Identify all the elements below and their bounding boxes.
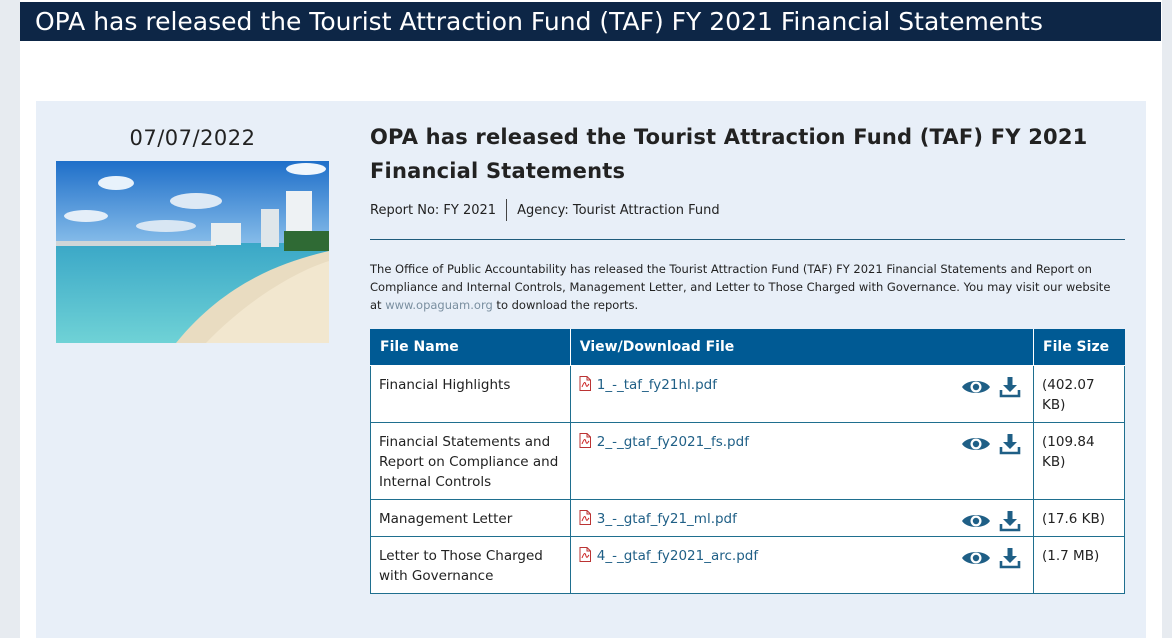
file-actions bbox=[961, 510, 1021, 538]
post-date: 07/07/2022 bbox=[129, 126, 256, 150]
pdf-icon bbox=[579, 375, 591, 391]
post-description: The Office of Public Accountability has … bbox=[370, 260, 1125, 314]
header-file-size: File Size bbox=[1033, 329, 1125, 366]
file-name: Financial Statements and Report on Compl… bbox=[379, 433, 559, 490]
files-table-header-row: File Name View/Download File File Size bbox=[370, 329, 1125, 366]
meta-divider bbox=[506, 199, 508, 221]
file-link-cell: 3_-_gtaf_fy21_ml.pdf bbox=[569, 498, 1035, 538]
table-row: Financial Statements and Report on Compl… bbox=[370, 421, 1125, 500]
file-size-cell: (402.07 KB) bbox=[1033, 364, 1125, 423]
report-number: Report No: FY 2021 bbox=[370, 202, 497, 218]
description-text-after: to download the reports. bbox=[492, 298, 639, 312]
file-download-link[interactable]: 3_-_gtaf_fy21_ml.pdf bbox=[597, 511, 737, 527]
file-link-cell: 1_-_taf_fy21hl.pdf bbox=[569, 364, 1035, 423]
file-size-cell: (1.7 MB) bbox=[1033, 535, 1125, 594]
file-download-link[interactable]: 2_-_gtaf_fy2021_fs.pdf bbox=[597, 434, 749, 450]
eye-icon[interactable] bbox=[961, 377, 991, 403]
eye-icon[interactable] bbox=[961, 548, 991, 574]
pdf-icon bbox=[579, 546, 591, 562]
header-view-download: View/Download File bbox=[569, 329, 1035, 366]
post-title: OPA has released the Tourist Attraction … bbox=[370, 125, 1088, 183]
file-download-link[interactable]: 1_-_taf_fy21hl.pdf bbox=[597, 377, 717, 393]
files-table: File Name View/Download File File Size F… bbox=[370, 329, 1125, 594]
file-size: (109.84 KB) bbox=[1042, 433, 1095, 470]
title-divider bbox=[370, 239, 1125, 240]
file-size: (402.07 KB) bbox=[1042, 376, 1095, 413]
download-icon[interactable] bbox=[999, 376, 1021, 404]
pdf-icon bbox=[579, 432, 591, 448]
file-name-cell: Management Letter bbox=[370, 498, 571, 537]
eye-icon[interactable] bbox=[961, 434, 991, 460]
pdf-icon bbox=[579, 509, 591, 525]
file-name-cell: Letter to Those Charged with Governance bbox=[370, 535, 571, 594]
file-name: Management Letter bbox=[379, 510, 513, 527]
beach-photo bbox=[56, 161, 329, 343]
download-icon[interactable] bbox=[999, 510, 1021, 538]
table-row: Financial Highlights 1_-_taf_fy21hl.pdf bbox=[370, 364, 1125, 423]
file-name: Financial Highlights bbox=[379, 376, 511, 393]
file-name-cell: Financial Highlights bbox=[370, 364, 571, 423]
file-link-cell: 4_-_gtaf_fy2021_arc.pdf bbox=[569, 535, 1035, 594]
page-banner-title: OPA has released the Tourist Attraction … bbox=[20, 2, 1161, 41]
table-row: Letter to Those Charged with Governance … bbox=[370, 535, 1125, 594]
page: OPA has released the Tourist Attraction … bbox=[20, 0, 1162, 638]
file-actions bbox=[961, 433, 1021, 461]
file-size: (17.6 KB) bbox=[1042, 510, 1106, 527]
table-row: Management Letter 3_-_gtaf_fy21_ml.pdf (… bbox=[370, 498, 1125, 538]
download-icon[interactable] bbox=[999, 547, 1021, 575]
file-download-link[interactable]: 4_-_gtaf_fy2021_arc.pdf bbox=[597, 548, 758, 564]
post-card: 07/07/2022 OPA has released the Tourist … bbox=[36, 101, 1146, 638]
file-size-cell: (109.84 KB) bbox=[1033, 421, 1125, 500]
eye-icon[interactable] bbox=[961, 511, 991, 537]
website-link[interactable]: www.opaguam.org bbox=[385, 298, 493, 312]
file-size: (1.7 MB) bbox=[1042, 547, 1100, 564]
file-actions bbox=[961, 376, 1021, 404]
post-meta: Report No: FY 2021 Agency: Tourist Attra… bbox=[370, 199, 720, 221]
file-name-cell: Financial Statements and Report on Compl… bbox=[370, 421, 571, 500]
file-link-cell: 2_-_gtaf_fy2021_fs.pdf bbox=[569, 421, 1035, 500]
post-image bbox=[56, 161, 329, 343]
agency-name: Agency: Tourist Attraction Fund bbox=[517, 202, 720, 218]
file-size-cell: (17.6 KB) bbox=[1033, 498, 1125, 537]
download-icon[interactable] bbox=[999, 433, 1021, 461]
file-actions bbox=[961, 547, 1021, 575]
file-name: Letter to Those Charged with Governance bbox=[379, 547, 543, 584]
header-file-name: File Name bbox=[370, 329, 571, 366]
